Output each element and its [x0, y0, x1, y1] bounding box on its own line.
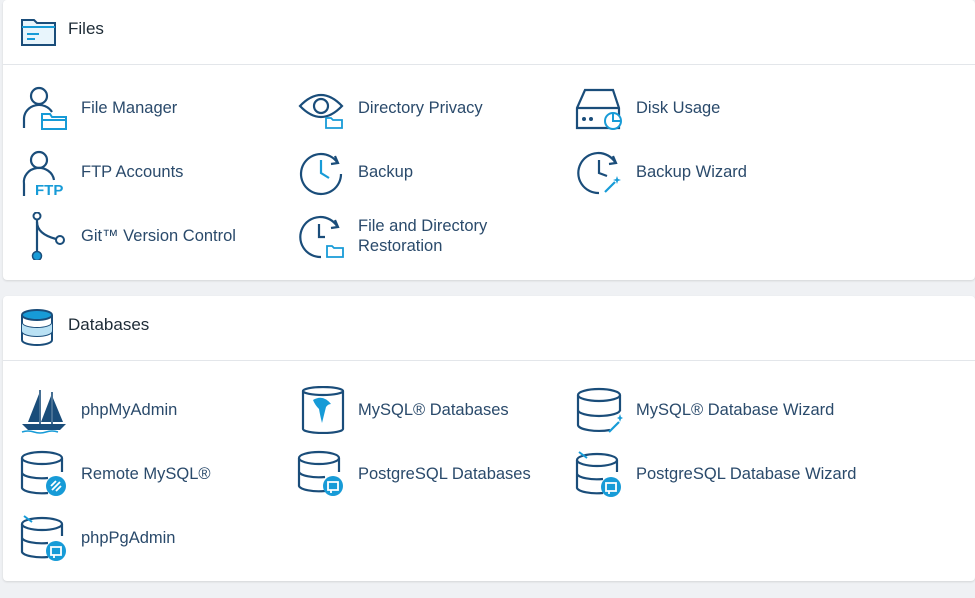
sailboat-icon	[20, 386, 68, 434]
file-directory-restoration-label: File and Directory Restoration	[358, 217, 488, 255]
git-version-control-link[interactable]: Git™ Version Control	[20, 208, 280, 264]
database-icon	[19, 308, 59, 348]
clock-arrow-icon	[297, 148, 345, 196]
disk-chart-icon	[575, 84, 623, 132]
disk-usage-label: Disk Usage	[636, 99, 721, 117]
remote-mysql-link[interactable]: Remote MySQL®	[20, 446, 250, 502]
file-manager-label: File Manager	[81, 99, 178, 117]
database-elephant-wand-icon	[575, 450, 623, 498]
mysql-databases-link[interactable]: MySQL® Databases	[297, 382, 527, 438]
mysql-database-wizard-label: MySQL® Database Wizard	[636, 401, 835, 419]
postgresql-databases-link[interactable]: PostgreSQL Databases	[297, 446, 557, 502]
files-panel: Files File Manager Directory Privacy Dis…	[3, 0, 975, 280]
directory-privacy-label: Directory Privacy	[358, 99, 483, 117]
backup-wizard-label: Backup Wizard	[636, 163, 747, 181]
eye-folder-icon	[297, 84, 345, 132]
database-wand-icon	[575, 386, 623, 434]
postgresql-database-wizard-label: PostgreSQL Database Wizard	[636, 465, 857, 483]
disk-usage-link[interactable]: Disk Usage	[575, 80, 805, 136]
file-manager-link[interactable]: File Manager	[20, 80, 250, 136]
backup-label: Backup	[358, 163, 414, 181]
mysql-dolphin-icon	[297, 386, 345, 434]
files-panel-header[interactable]: Files	[3, 0, 975, 65]
ftp-accounts-label: FTP Accounts	[81, 163, 184, 181]
phppgadmin-link[interactable]: phpPgAdmin	[20, 510, 250, 566]
folder-icon	[19, 12, 59, 52]
phppgadmin-label: phpPgAdmin	[81, 529, 176, 547]
mysql-databases-label: MySQL® Databases	[358, 401, 509, 419]
mysql-database-wizard-link[interactable]: MySQL® Database Wizard	[575, 382, 835, 438]
phpmyadmin-label: phpMyAdmin	[81, 401, 178, 419]
databases-panel-header[interactable]: Databases	[3, 296, 975, 361]
databases-panel-title: Databases	[68, 315, 150, 334]
user-folder-icon	[20, 84, 68, 132]
clock-folder-icon	[297, 212, 345, 260]
clock-wand-icon	[575, 148, 623, 196]
database-remote-icon	[20, 450, 68, 498]
database-elephant-icon	[297, 450, 345, 498]
user-ftp-icon: FTP	[20, 148, 68, 196]
phpmyadmin-link[interactable]: phpMyAdmin	[20, 382, 250, 438]
postgresql-databases-label: PostgreSQL Databases	[358, 465, 531, 483]
remote-mysql-label: Remote MySQL®	[81, 465, 211, 483]
directory-privacy-link[interactable]: Directory Privacy	[297, 80, 527, 136]
databases-panel: Databases phpMyAdmin MySQL® Databases My…	[3, 296, 975, 581]
git-branch-icon	[20, 212, 68, 260]
file-directory-restoration-link[interactable]: File and Directory Restoration	[297, 208, 527, 264]
svg-text:FTP: FTP	[35, 182, 63, 196]
backup-wizard-link[interactable]: Backup Wizard	[575, 144, 805, 200]
git-version-control-label: Git™ Version Control	[81, 227, 236, 245]
backup-link[interactable]: Backup	[297, 144, 527, 200]
database-elephant-admin-icon	[20, 514, 68, 562]
postgresql-database-wizard-link[interactable]: PostgreSQL Database Wizard	[575, 446, 865, 502]
files-panel-title: Files	[68, 19, 104, 38]
ftp-accounts-link[interactable]: FTP FTP Accounts	[20, 144, 250, 200]
